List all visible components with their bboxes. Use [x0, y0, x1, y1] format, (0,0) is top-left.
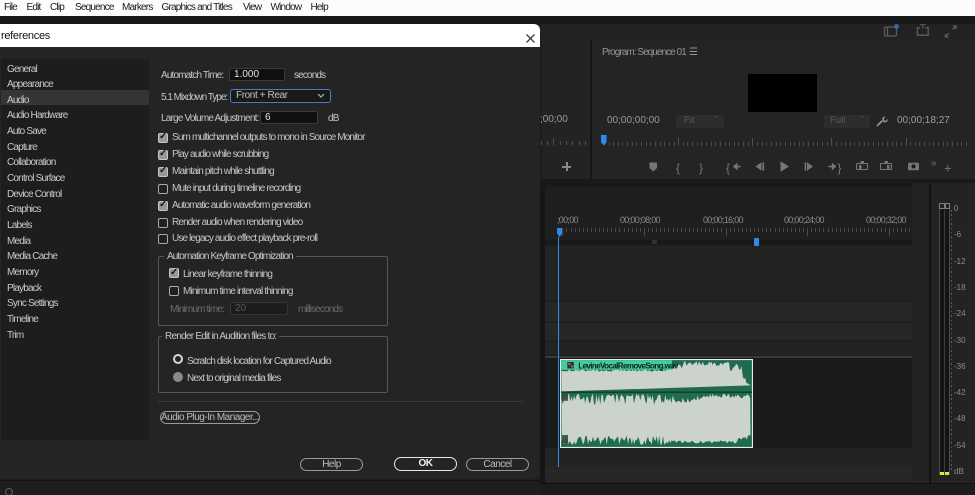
- svg-text:LevineVocalRemoveSong.wav: LevineVocalRemoveSong.wav: [578, 361, 679, 370]
- svg-text:}: }: [838, 161, 842, 175]
- svg-text:+: +: [944, 160, 952, 175]
- svg-text:}: }: [699, 161, 703, 175]
- svg-text:»: »: [931, 158, 937, 169]
- svg-text:{: {: [676, 161, 680, 175]
- svg-text:{: {: [726, 161, 730, 175]
